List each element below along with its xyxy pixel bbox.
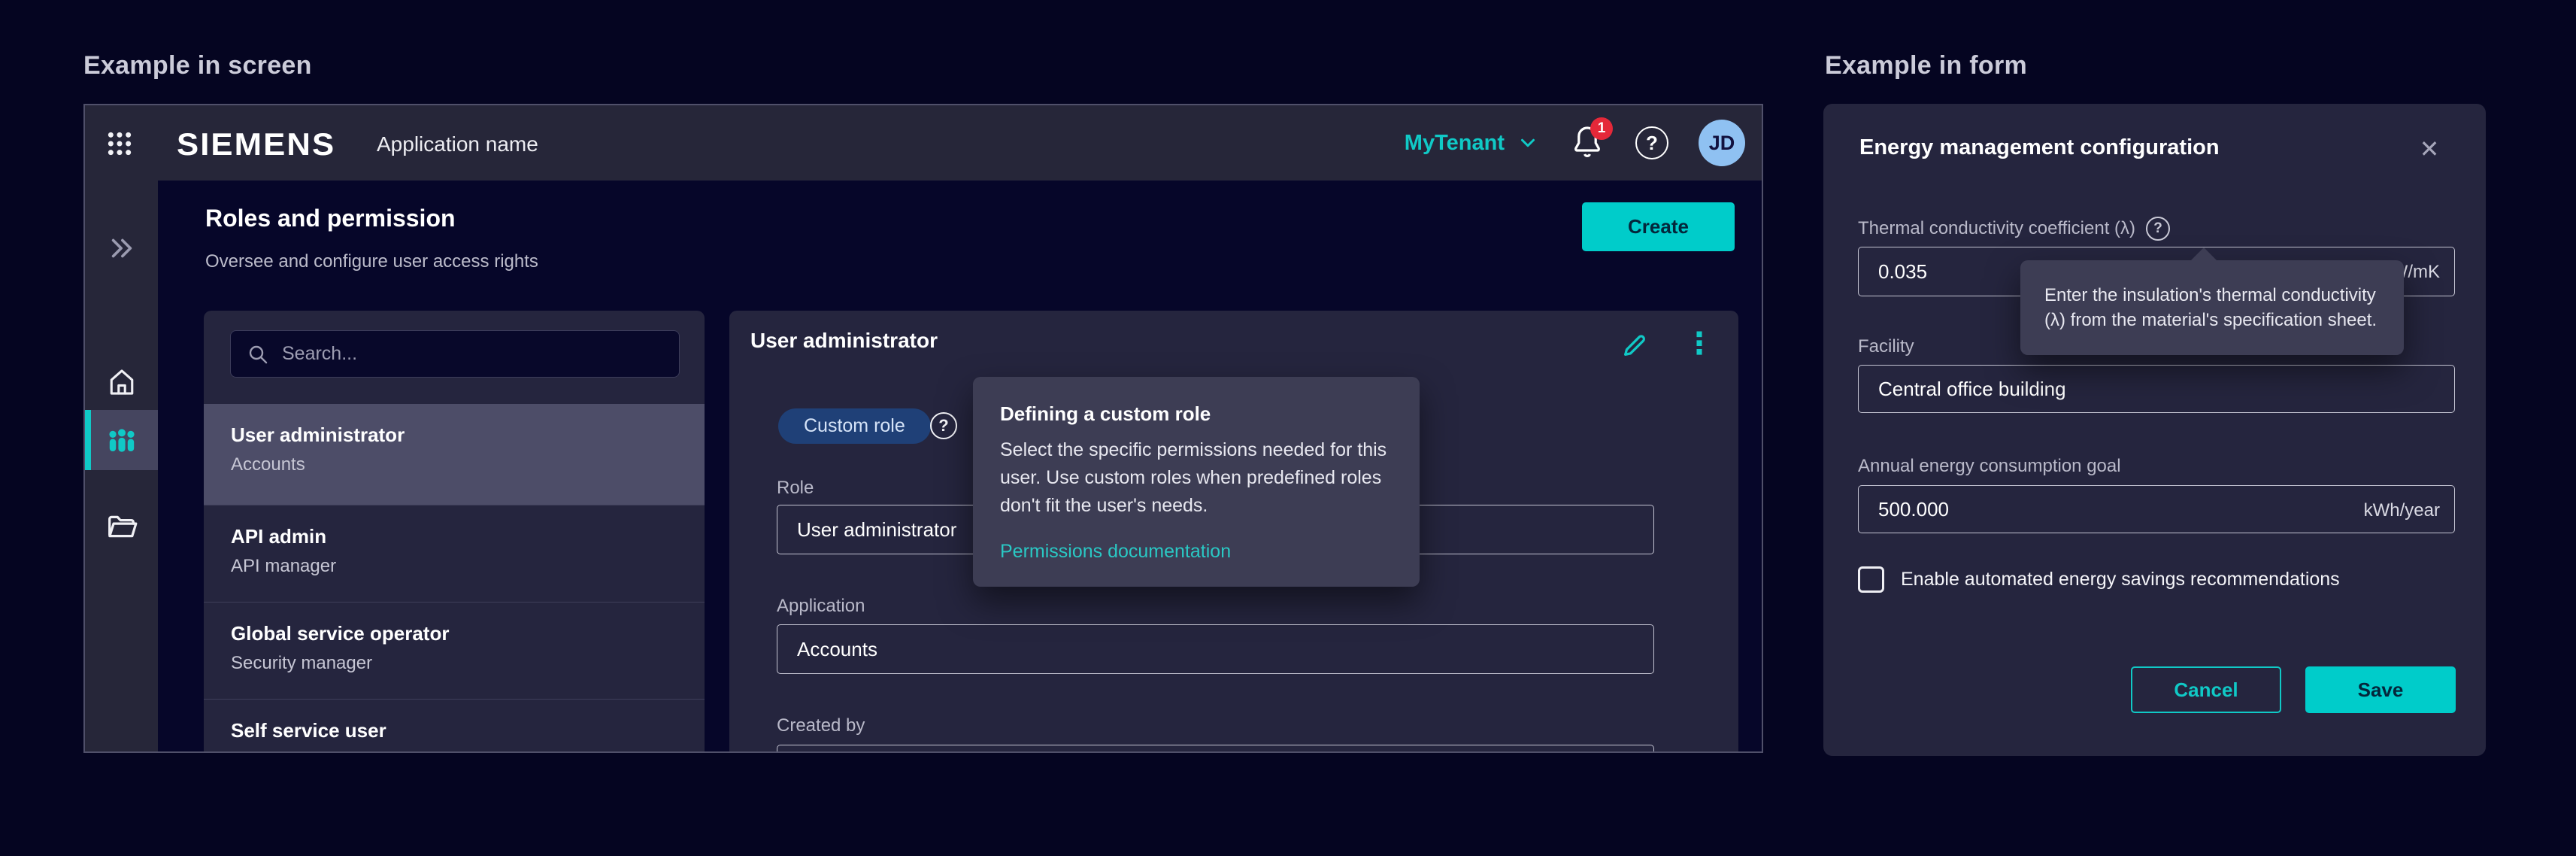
detail-title: User administrator	[750, 329, 938, 353]
created-by-field-label: Created by	[777, 715, 865, 736]
thermal-help-icon[interactable]: ?	[2146, 217, 2170, 241]
tooltip-title: Defining a custom role	[1000, 402, 1393, 426]
notifications-button[interactable]: 1	[1569, 123, 1605, 162]
custom-role-badge: Custom role	[778, 408, 931, 444]
dialog-title: Energy management configuration	[1859, 135, 2220, 160]
role-item-title: Self service user	[231, 719, 705, 742]
role-field-label: Role	[777, 478, 814, 499]
thermal-field-label-row: Thermal conductivity coefficient (λ) ?	[1858, 217, 2170, 241]
nav-item-home[interactable]	[85, 352, 158, 412]
page-title: Roles and permission	[205, 205, 456, 232]
badge-help-icon[interactable]: ?	[930, 412, 957, 439]
role-item-subtitle: Security manager	[231, 653, 705, 674]
close-button[interactable]: ✕	[2411, 131, 2447, 167]
permissions-documentation-link[interactable]: Permissions documentation	[1000, 541, 1231, 563]
chevron-down-icon	[1517, 132, 1539, 154]
role-item-subtitle: API manager	[231, 556, 705, 577]
screen-example-card: SIEMENS Application name MyTenant	[83, 104, 1763, 753]
search-input[interactable]	[282, 343, 664, 365]
role-item-title: Global service operator	[231, 622, 705, 645]
list-item-user-administrator[interactable]: User administrator Accounts	[204, 404, 705, 505]
checkbox-unchecked[interactable]	[1858, 566, 1884, 593]
role-item-title: API admin	[231, 525, 705, 548]
app-header-bar: SIEMENS Application name MyTenant	[85, 105, 1762, 181]
list-item-global-service-operator[interactable]: Global service operator Security manager	[204, 602, 705, 699]
nav-item-files[interactable]	[85, 496, 158, 557]
question-mark-glyph: ?	[938, 416, 948, 436]
search-box	[230, 330, 680, 378]
page-subtitle: Oversee and configure user access rights	[205, 251, 538, 272]
tooltip-body: Select the specific permissions needed f…	[1000, 436, 1393, 520]
users-icon	[104, 422, 140, 458]
cancel-button[interactable]: Cancel	[2131, 666, 2281, 713]
annual-field-label: Annual energy consumption goal	[1858, 456, 2121, 477]
application-name: Application name	[377, 132, 538, 156]
home-icon	[105, 366, 138, 399]
example-form-title: Example in form	[1825, 51, 2027, 80]
role-list: User administrator Accounts API admin AP…	[204, 404, 705, 753]
facility-field-label: Facility	[1858, 336, 1914, 357]
question-mark-glyph: ?	[2153, 220, 2162, 237]
app-launcher-icon[interactable]	[105, 129, 135, 159]
thermal-tooltip: Enter the insulation's thermal conductiv…	[2020, 260, 2404, 355]
application-field-input[interactable]	[777, 624, 1654, 674]
tenant-name: MyTenant	[1405, 131, 1505, 156]
nav-item-roles[interactable]	[85, 410, 158, 470]
tooltip-body: Enter the insulation's thermal conductiv…	[2044, 283, 2380, 332]
roles-list-panel: User administrator Accounts API admin AP…	[204, 311, 705, 753]
form-example-dialog: Energy management configuration ✕ Therma…	[1823, 104, 2486, 756]
application-field-label: Application	[777, 596, 865, 617]
kebab-icon: ⋮	[1684, 326, 1714, 361]
role-item-title: User administrator	[231, 423, 705, 447]
created-by-field-input[interactable]	[777, 745, 1654, 753]
save-button[interactable]: Save	[2305, 666, 2456, 713]
help-button[interactable]: ?	[1635, 126, 1668, 159]
left-nav-rail	[85, 181, 158, 753]
thermal-field-label: Thermal conductivity coefficient (λ)	[1858, 218, 2135, 239]
header-actions: MyTenant 1 ? JD	[1405, 105, 1745, 181]
facility-input[interactable]	[1858, 365, 2455, 413]
checkbox-label: Enable automated energy savings recommen…	[1901, 569, 2340, 590]
list-item-api-admin[interactable]: API admin API manager	[204, 505, 705, 602]
recommendations-checkbox-row[interactable]: Enable automated energy savings recommen…	[1858, 566, 2340, 593]
annual-goal-unit: kWh/year	[1858, 500, 2440, 521]
more-options-button[interactable]: ⋮	[1683, 323, 1716, 365]
custom-role-tooltip: Defining a custom role Select the specif…	[973, 377, 1420, 587]
role-detail-panel: User administrator ⋮ Custom role ? Role …	[729, 311, 1738, 753]
folder-icon	[105, 509, 139, 544]
create-button[interactable]: Create	[1582, 202, 1735, 251]
notification-count-badge: 1	[1590, 117, 1613, 140]
siemens-logo: SIEMENS	[177, 126, 335, 162]
user-avatar[interactable]: JD	[1699, 120, 1745, 166]
nav-expand-button[interactable]	[85, 218, 158, 278]
search-icon	[246, 342, 270, 366]
pencil-icon	[1617, 328, 1652, 363]
example-screen-title: Example in screen	[83, 51, 312, 80]
design-examples-page: Example in screen Example in form SIEMEN…	[0, 0, 2576, 856]
edit-button[interactable]	[1615, 326, 1654, 365]
role-item-subtitle: Service	[231, 750, 705, 753]
close-icon: ✕	[2420, 135, 2440, 163]
list-item-self-service-user[interactable]: Self service user Service	[204, 699, 705, 753]
role-item-subtitle: Accounts	[231, 454, 705, 475]
double-chevron-right-icon	[106, 232, 138, 264]
question-mark-icon: ?	[1646, 132, 1658, 155]
tenant-selector[interactable]: MyTenant	[1405, 131, 1539, 156]
